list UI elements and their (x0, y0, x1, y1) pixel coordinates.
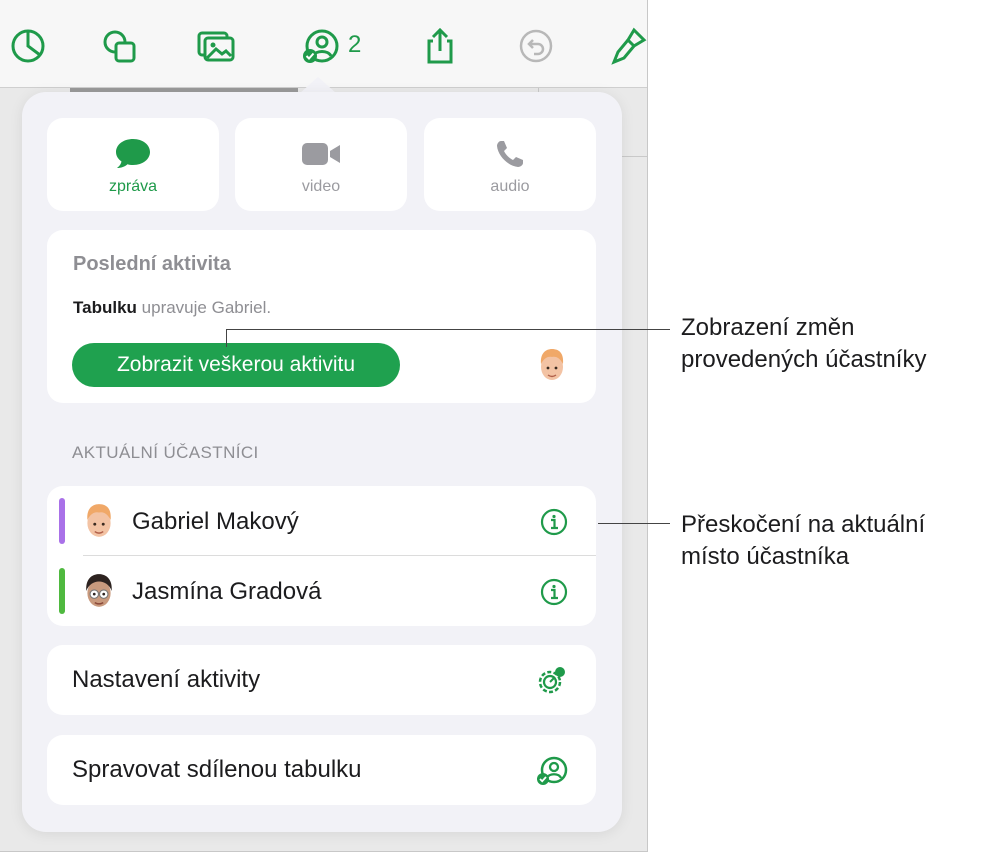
toolbar: 2 (0, 0, 647, 88)
manage-shared-spreadsheet-label: Spravovat sdílenou tabulku (72, 756, 362, 783)
callout-location-line1: Přeskočení na aktuální (681, 511, 926, 538)
share-icon[interactable] (416, 22, 464, 70)
participant-row[interactable]: Jasmína Gradová (47, 556, 596, 626)
recent-activity-item: Tabulku upravuje Gabriel. (73, 298, 271, 318)
chart-icon[interactable] (4, 22, 52, 70)
phone-icon (490, 136, 530, 172)
callout-activity-line2: provedených účastníky (681, 346, 927, 373)
show-all-activity-button[interactable]: Zobrazit veškerou aktivitu (72, 343, 400, 387)
participant-color-bar (59, 568, 65, 614)
app-screen: 2 zpráva video audio Poslední aktivita T… (0, 0, 648, 852)
background-grid-line (622, 156, 647, 157)
shapes-icon[interactable] (96, 22, 144, 70)
message-button[interactable]: zpráva (47, 118, 219, 211)
callout-location: Přeskočení na aktuální místo účastníka (681, 509, 925, 573)
format-brush-icon[interactable] (604, 22, 647, 70)
activity-settings-gear-icon (535, 665, 569, 697)
callout-leader-line (598, 523, 670, 524)
recent-activity-heading: Poslední aktivita (73, 253, 231, 275)
callout-leader-line (226, 329, 670, 330)
activity-item-text: upravuje Gabriel. (141, 298, 272, 317)
participant-color-bar (59, 498, 65, 544)
info-icon[interactable] (540, 578, 568, 606)
callout-activity: Zobrazení změn provedených účastníky (681, 312, 926, 376)
avatar (83, 502, 115, 540)
participants-section-header: AKTUÁLNÍ ÚČASTNÍCI (72, 443, 259, 462)
activity-settings-row[interactable]: Nastavení aktivity (47, 645, 596, 715)
video-label: video (301, 178, 341, 195)
participant-name: Gabriel Makový (132, 508, 299, 535)
info-icon[interactable] (540, 508, 568, 536)
message-bubble-icon (113, 136, 153, 172)
audio-label: audio (490, 178, 530, 195)
collaboration-check-icon (535, 755, 569, 787)
avatar (537, 347, 567, 383)
popover-arrow (300, 77, 336, 93)
media-icon[interactable] (192, 22, 240, 70)
collaborator-count[interactable]: 2 (348, 31, 361, 59)
participant-row[interactable]: Gabriel Makový (47, 486, 596, 556)
manage-shared-spreadsheet-row[interactable]: Spravovat sdílenou tabulku (47, 735, 596, 805)
callout-leader-line (226, 329, 227, 347)
video-button[interactable]: video (235, 118, 407, 211)
activity-item-subject: Tabulku (73, 298, 137, 317)
callout-activity-line1: Zobrazení změn (681, 314, 855, 341)
participant-name: Jasmína Gradová (132, 578, 322, 605)
avatar (83, 572, 115, 610)
collaboration-icon[interactable] (296, 22, 344, 70)
participants-list: Gabriel Makový Jasmína Gradová (47, 486, 596, 626)
video-camera-icon (301, 136, 341, 172)
activity-settings-label: Nastavení aktivity (72, 666, 261, 693)
message-label: zpráva (108, 178, 158, 195)
recent-activity-card: Poslední aktivita Tabulku upravuje Gabri… (47, 230, 596, 403)
undo-icon[interactable] (512, 22, 560, 70)
callout-location-line2: místo účastníka (681, 543, 850, 570)
audio-button[interactable]: audio (424, 118, 596, 211)
